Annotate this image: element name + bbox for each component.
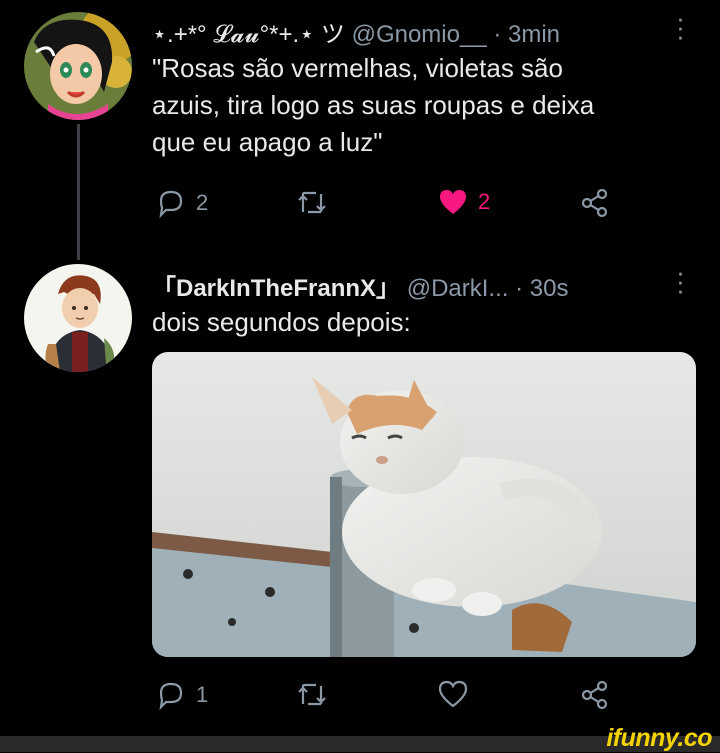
- timestamp[interactable]: · 30s: [515, 275, 568, 302]
- reply-count: 1: [196, 682, 209, 707]
- like-button[interactable]: [438, 680, 478, 708]
- reply-button[interactable]: 2: [156, 188, 208, 218]
- tweet-text-line: azuis, tira logo as suas roupas e deixa: [152, 90, 595, 120]
- tweet-header: ⋆.+*° 𝓛𝓪𝓾°*+.⋆ ツ @Gnomio__ · 3min: [152, 14, 560, 49]
- like-count: 2: [478, 189, 491, 214]
- heart-icon: [440, 190, 466, 214]
- user-handle[interactable]: @DarkI...: [407, 275, 509, 302]
- more-vertical-icon[interactable]: · · ·: [674, 259, 686, 303]
- tweet-header: 「DarkInTheFrannX」 @DarkI... · 30s: [152, 268, 568, 303]
- share-icon: [581, 188, 608, 218]
- like-button[interactable]: 2: [438, 188, 490, 216]
- tweet-text-line: dois segundos depois:: [152, 307, 411, 337]
- thread-line: [77, 124, 80, 260]
- retweet-icon: [298, 683, 326, 706]
- tweet-text-line: "Rosas são vermelhas, violetas são: [152, 53, 563, 83]
- share-icon: [581, 680, 608, 710]
- timestamp[interactable]: · 3min: [493, 21, 560, 48]
- user-handle[interactable]: @Gnomio__: [352, 21, 487, 48]
- avatar-darkinthefrannx[interactable]: [24, 264, 132, 372]
- heart-icon: [438, 680, 468, 708]
- display-name[interactable]: ⋆.+*° 𝓛𝓪𝓾°*+.⋆ ツ: [152, 21, 345, 48]
- share-button[interactable]: [580, 188, 610, 218]
- display-name[interactable]: 「DarkInTheFrannX」: [152, 275, 400, 302]
- reply-button[interactable]: 1: [156, 680, 208, 710]
- ifunny-watermark: ifunny.co: [606, 724, 712, 752]
- tweet-text-line: que eu apago a luz": [152, 127, 383, 157]
- reply-icon: [159, 682, 183, 710]
- reply-count: 2: [196, 190, 209, 215]
- retweet-icon: [298, 191, 326, 214]
- avatar-gnomio[interactable]: [24, 12, 132, 120]
- retweet-button[interactable]: [296, 188, 338, 218]
- tweet-media-image[interactable]: [152, 352, 696, 657]
- retweet-button[interactable]: [296, 680, 338, 710]
- reply-icon: [159, 190, 183, 218]
- tweet-text: "Rosas são vermelhas, violetas são azuis…: [152, 50, 594, 161]
- tweet-text: dois segundos depois:: [152, 304, 411, 341]
- more-vertical-icon[interactable]: · · ·: [674, 5, 686, 49]
- share-button[interactable]: [580, 680, 610, 710]
